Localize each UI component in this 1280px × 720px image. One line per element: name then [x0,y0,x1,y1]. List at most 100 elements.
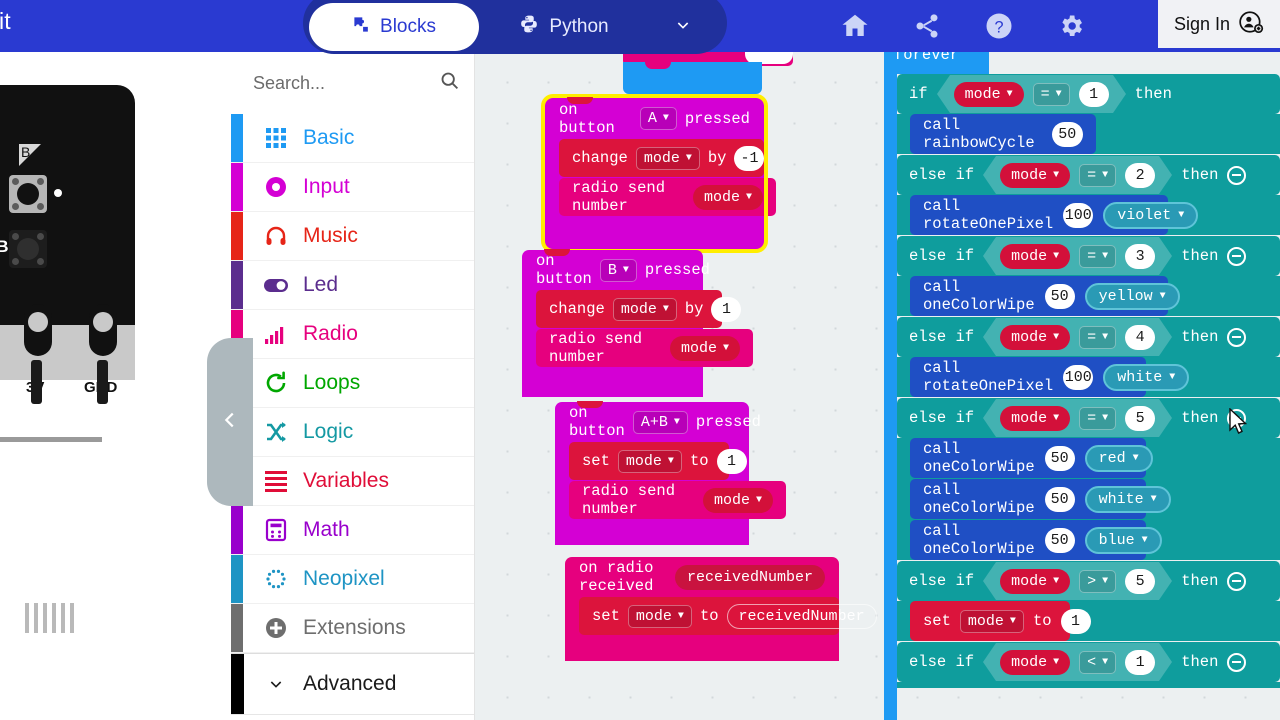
comparison-expression-3[interactable]: mode ▼ = ▼ 4 [983,318,1173,356]
set-value-input[interactable]: 1 [716,448,747,474]
call-color-dropdown-4-1[interactable]: white ▼ [1084,485,1171,513]
comparison-number-2[interactable]: 3 [1125,243,1156,269]
help-icon[interactable]: ? [982,9,1016,43]
call-number-4-2[interactable]: 50 [1044,527,1075,553]
comparison-number-1[interactable]: 2 [1125,162,1156,188]
block-change-mode-by-b[interactable]: change mode ▼ by 1 [536,290,742,328]
received-number-reporter[interactable]: receivedNumber [674,564,825,590]
button-ab[interactable] [9,230,47,268]
button-b-dropdown[interactable]: B ▼ [599,258,637,282]
operator-dropdown-1[interactable]: = ▼ [1079,163,1117,187]
mode-reporter-6[interactable]: mode ▼ [1000,649,1071,675]
call-color-dropdown-2-0[interactable]: yellow ▼ [1084,282,1180,310]
pin-3v-ring[interactable] [24,304,52,356]
call-block-2-0[interactable]: call oneColorWipe 50 yellow ▼ [910,276,1180,316]
call-number-0-0[interactable]: 50 [1051,121,1083,147]
search-icon[interactable] [439,70,460,96]
toolbox-category-loops[interactable]: Loops [231,359,474,408]
block-radio-send-number-a[interactable]: radio send number mode ▼ [559,97,776,216]
mode-reporter-4[interactable]: mode ▼ [1000,405,1071,431]
comparison-expression-1[interactable]: mode ▼ = ▼ 2 [983,156,1173,194]
branch-condition-6[interactable]: else if mode ▼ < ▼ 1 then [897,642,1280,682]
block-radio-send-number-ab[interactable]: radio send number mode ▼ [569,401,786,519]
remove-branch-icon-3[interactable] [1227,327,1247,347]
comparison-expression-4[interactable]: mode ▼ = ▼ 5 [983,399,1173,437]
mode-reporter-2[interactable]: mode ▼ [1000,243,1071,269]
mode-reporter[interactable]: mode ▼ [692,184,763,210]
comparison-number-0[interactable]: 1 [1078,81,1109,107]
pin-gnd-ring[interactable] [89,304,117,356]
search-input[interactable] [253,72,433,94]
hat-on-button-a[interactable]: on button A ▼ pressed [545,98,764,139]
mode-reporter-0[interactable]: mode ▼ [953,81,1024,107]
branch-condition-1[interactable]: else if mode ▼ = ▼ 2 then [897,155,1280,195]
script-forever[interactable]: forever if mode ▼ = ▼ 1 then call rainbo… [884,52,1280,720]
script-on-button-ab-pressed[interactable]: on button A+B ▼ pressed set mode ▼ to 1 [555,401,786,545]
tab-python[interactable]: Python [479,3,649,51]
call-block-0-0[interactable]: call rainbowCycle 50 [910,114,1096,154]
toolbox-category-neopixel[interactable]: Neopixel [231,555,474,604]
tab-blocks[interactable]: Blocks [309,3,479,51]
toolbox-category-music[interactable]: Music [231,212,474,261]
change-amount-input-b[interactable]: 1 [711,296,742,322]
call-block-4-0[interactable]: call oneColorWipe 50 red ▼ [910,438,1153,478]
branch-condition-0[interactable]: if mode ▼ = ▼ 1 then [897,74,1280,114]
remove-branch-icon-6[interactable] [1227,652,1247,672]
hat-on-button-ab[interactable]: on button A+B ▼ pressed [555,402,761,442]
toolbox-category-basic[interactable]: Basic [231,114,474,163]
call-block-1-0[interactable]: call rotateOnePixel 100 violet ▼ [910,195,1199,235]
branch-condition-3[interactable]: else if mode ▼ = ▼ 4 then [897,317,1280,357]
block-set-mode-to[interactable]: set mode ▼ to 1 [569,442,747,480]
hat-on-radio-received[interactable]: on radio received receivedNumber [565,557,839,597]
toolbox-category-radio[interactable]: Radio [231,310,474,359]
language-dropdown-button[interactable] [649,3,717,51]
gear-icon[interactable] [1054,9,1088,43]
operator-dropdown-6[interactable]: < ▼ [1079,650,1117,674]
comparison-expression-5[interactable]: mode ▼ > ▼ 5 [983,562,1173,600]
toolbox-collapse-handle[interactable] [207,338,253,506]
comparison-expression-2[interactable]: mode ▼ = ▼ 3 [983,237,1173,275]
mode-variable-dropdown[interactable]: mode ▼ [635,146,700,170]
operator-dropdown-4[interactable]: = ▼ [1079,406,1117,430]
button-ab-dropdown[interactable]: A+B ▼ [632,410,688,434]
change-amount-input[interactable]: -1 [734,145,765,171]
call-color-dropdown-4-2[interactable]: blue ▼ [1084,526,1162,554]
comparison-number-4[interactable]: 5 [1125,405,1156,431]
call-number-3-0[interactable]: 100 [1063,364,1094,390]
comparison-number-3[interactable]: 4 [1125,324,1156,350]
partial-block-loop[interactable] [623,62,762,94]
operator-dropdown-3[interactable]: = ▼ [1079,325,1117,349]
sign-in-button[interactable]: Sign In [1158,0,1280,48]
script-on-radio-received[interactable]: on radio received receivedNumber set mod… [565,557,877,661]
script-on-button-a-pressed[interactable]: on button A ▼ pressed change mode ▼ by -… [541,94,776,253]
received-number-value[interactable]: receivedNumber [726,603,877,629]
operator-dropdown-2[interactable]: = ▼ [1079,244,1117,268]
toolbox-category-math[interactable]: Math [231,506,474,555]
set-number-5[interactable]: 1 [1060,608,1091,634]
set-block-5[interactable]: set mode ▼ to 1 [910,601,1091,641]
hat-on-button-b[interactable]: on button B ▼ pressed [522,250,710,290]
mode-reporter-ab[interactable]: mode ▼ [702,487,773,513]
toolbox-category-extensions[interactable]: Extensions [231,604,474,653]
call-block-3-0[interactable]: call rotateOnePixel 100 white ▼ [910,357,1190,397]
blocks-workspace[interactable]: on button A ▼ pressed change mode ▼ by -… [475,52,1280,720]
toolbox-category-input[interactable]: Input [231,163,474,212]
block-change-mode-by[interactable]: change mode ▼ by -1 [559,139,765,177]
call-number-1-0[interactable]: 100 [1063,202,1094,228]
remove-branch-icon-1[interactable] [1227,165,1247,185]
remove-branch-icon-2[interactable] [1227,246,1247,266]
branch-condition-4[interactable]: else if mode ▼ = ▼ 5 then [897,398,1280,438]
operator-dropdown-5[interactable]: > ▼ [1079,569,1117,593]
mode-reporter-5[interactable]: mode ▼ [1000,568,1071,594]
mode-reporter-1[interactable]: mode ▼ [1000,162,1071,188]
call-number-4-1[interactable]: 50 [1044,486,1075,512]
button-b[interactable] [9,175,47,213]
set-variable-dropdown-5[interactable]: mode ▼ [959,609,1024,633]
script-on-button-b-pressed[interactable]: on button B ▼ pressed change mode ▼ by 1 [522,249,753,397]
button-a-dropdown[interactable]: A ▼ [639,107,677,130]
branch-condition-2[interactable]: else if mode ▼ = ▼ 3 then [897,236,1280,276]
remove-branch-icon-5[interactable] [1227,571,1247,591]
mode-variable-dropdown-ab[interactable]: mode ▼ [617,449,682,473]
mode-reporter-3[interactable]: mode ▼ [1000,324,1071,350]
toolbox-category-variables[interactable]: Variables [231,457,474,506]
